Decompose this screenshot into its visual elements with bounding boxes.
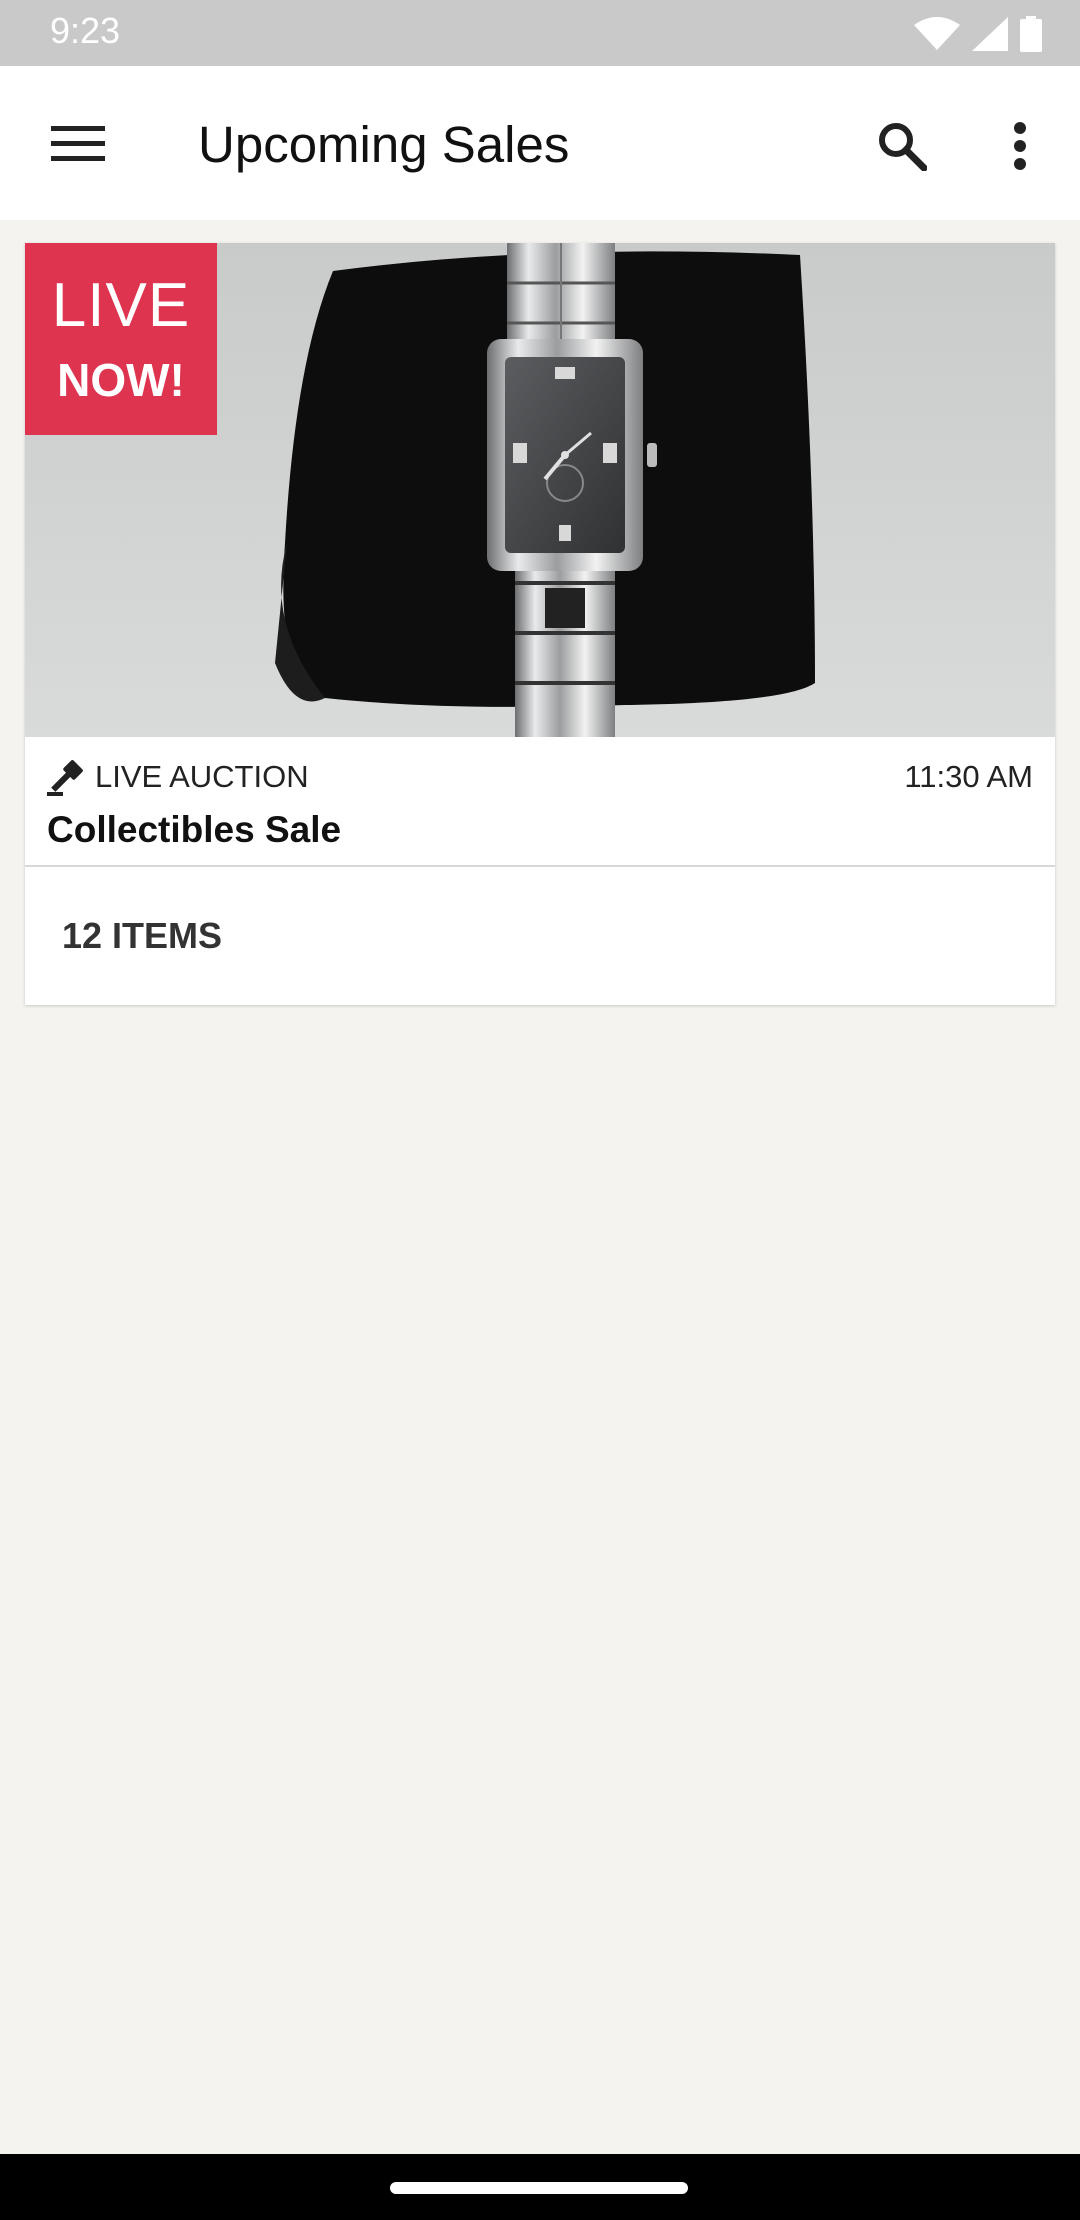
auction-type-row: LIVE AUCTION [47,757,309,797]
sale-card[interactable]: LIVE NOW! LIVE AUCTION 11:30 AM Collecti… [25,243,1055,1005]
sale-info[interactable]: LIVE AUCTION 11:30 AM Collectibles Sale [25,737,1055,867]
sale-title: Collectibles Sale [47,809,342,850]
more-options-button[interactable] [980,110,1060,182]
home-handle[interactable] [390,2182,688,2194]
wifi-icon [914,17,960,50]
gavel-icon [47,760,83,796]
battery-icon [1020,16,1042,52]
status-bar: 9:23 [0,0,1080,66]
live-now-badge: LIVE NOW! [25,243,217,435]
menu-button[interactable] [36,108,120,180]
page-title: Upcoming Sales [198,116,570,173]
search-icon [879,123,927,171]
search-button[interactable] [862,110,942,182]
auction-type: LIVE AUCTION [95,759,309,794]
status-time: 9:23 [50,10,121,51]
more-vert-icon [1014,122,1026,170]
status-icons [914,14,1042,54]
items-button[interactable]: 12 ITEMS [25,867,1055,1005]
navigation-bar [0,2154,1080,2220]
menu-icon [51,126,105,161]
sale-image[interactable]: LIVE NOW! [25,243,1055,737]
items-count-label: 12 ITEMS [62,915,223,956]
sale-time: 11:30 AM [904,759,1033,794]
signal-icon [972,17,1008,51]
live-badge-line1: LIVE [51,271,191,340]
app-bar: Upcoming Sales [0,66,1080,220]
live-badge-line2: NOW! [57,354,185,406]
